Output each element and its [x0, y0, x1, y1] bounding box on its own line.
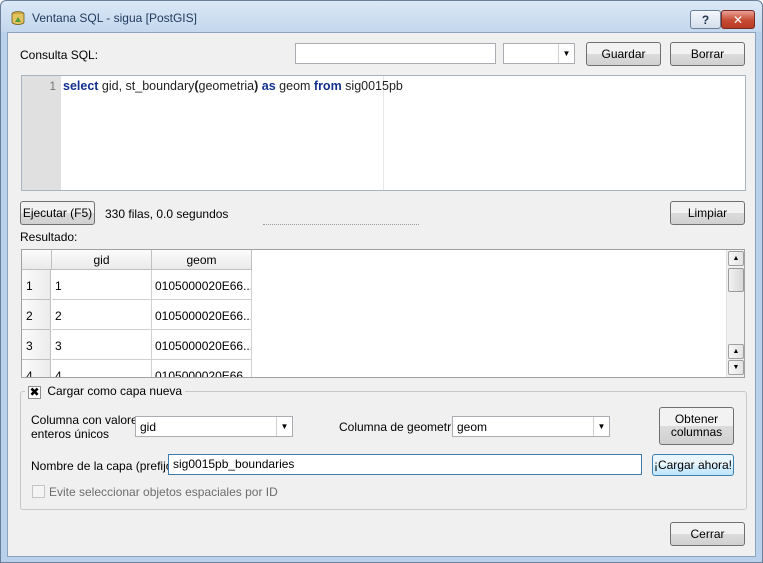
result-label: Resultado: — [20, 230, 78, 244]
table-corner[interactable] — [22, 250, 52, 270]
results-table[interactable]: gid geom 1 1 0105000020E66... 2 2 010500… — [21, 249, 745, 378]
sql-keyword: from — [313, 79, 342, 93]
execute-button-label: Ejecutar (F5) — [22, 206, 93, 220]
sql-code-line: select gid, st_boundary(geometria) as ge… — [63, 79, 403, 93]
close-button[interactable]: Cerrar — [670, 522, 745, 546]
get-columns-button[interactable]: Obtener columnas — [659, 407, 734, 445]
table-cell[interactable]: 4 — [52, 360, 152, 377]
column-header-gid[interactable]: gid — [52, 250, 152, 270]
delete-button[interactable]: Borrar — [670, 42, 745, 66]
splitter-handle[interactable] — [263, 224, 419, 225]
unique-column-label-2: enteros únicos — [31, 427, 110, 441]
title-bar[interactable]: Ventana SQL - sigua [PostGIS] ? ✕ — [1, 1, 762, 32]
chevron-down-icon: ▼ — [593, 417, 609, 436]
results-scrollbar[interactable]: ▲ ▲ ▼ — [726, 250, 744, 377]
load-layer-header: ✖ Cargar como capa nueva — [25, 383, 186, 399]
edge-line — [383, 76, 384, 190]
line-number: 1 — [49, 79, 56, 93]
avoid-select-checkbox[interactable] — [32, 485, 45, 498]
table-cell[interactable]: 2 — [52, 300, 152, 330]
load-as-layer-checkbox[interactable]: ✖ — [28, 386, 41, 399]
avoid-select-label: Evite seleccionar objetos espaciales por… — [49, 485, 278, 499]
layer-name-input[interactable]: sig0015pb_boundaries — [168, 454, 642, 475]
load-now-button[interactable]: ¡Cargar ahora! — [652, 454, 734, 476]
chevron-down-icon: ▼ — [276, 417, 292, 436]
table-cell[interactable]: 3 — [52, 330, 152, 360]
sql-keyword: as — [261, 79, 276, 93]
table-cell[interactable]: 0105000020E66... — [152, 270, 252, 300]
geometry-column-select[interactable]: geom ▼ — [452, 416, 610, 437]
layer-name-label: Nombre de la capa (prefijo) — [31, 459, 177, 473]
scroll-thumb[interactable] — [728, 268, 744, 292]
unique-column-label-1: Columna con valores — [31, 413, 144, 427]
sql-token: geometria — [198, 79, 255, 93]
scroll-page-up-icon[interactable]: ▲ — [728, 344, 744, 359]
execute-button[interactable]: Ejecutar (F5) — [20, 201, 95, 225]
table-cell[interactable]: 0105000020E66... — [152, 360, 252, 377]
row-header[interactable]: 3 — [22, 330, 51, 360]
sql-window: Ventana SQL - sigua [PostGIS] ? ✕ Consul… — [0, 0, 763, 563]
row-header[interactable]: 2 — [22, 300, 51, 330]
sql-token: geom — [275, 79, 314, 93]
scroll-up-icon[interactable]: ▲ — [728, 251, 744, 266]
sql-query-label: Consulta SQL: — [20, 48, 99, 62]
get-columns-label-2: columnas — [670, 425, 723, 439]
row-header[interactable]: 1 — [22, 270, 51, 300]
table-cell[interactable]: 1 — [52, 270, 152, 300]
table-cell[interactable]: 0105000020E66... — [152, 300, 252, 330]
sql-token: sig0015pb — [341, 79, 403, 93]
scroll-down-icon[interactable]: ▼ — [728, 360, 744, 375]
saved-query-select[interactable]: ▼ — [503, 43, 575, 64]
load-as-layer-label[interactable]: Cargar como capa nueva — [47, 384, 182, 398]
close-window-button[interactable]: ✕ — [721, 10, 755, 29]
unique-column-select[interactable]: gid ▼ — [135, 416, 293, 437]
sql-token: gid, st_boundary — [98, 79, 195, 93]
geometry-column-value: geom — [457, 420, 488, 434]
clear-button[interactable]: Limpiar — [670, 201, 745, 225]
dialog-body: Consulta SQL: ▼ Guardar Borrar 1 select … — [7, 32, 756, 557]
row-header[interactable]: 4 — [22, 360, 51, 377]
execution-status: 330 filas, 0.0 segundos — [105, 207, 229, 221]
unique-column-value: gid — [140, 420, 157, 434]
table-cell[interactable]: 0105000020E66... — [152, 330, 252, 360]
geometry-column-label: Columna de geometría — [339, 420, 462, 434]
query-name-input[interactable] — [295, 43, 496, 64]
help-button[interactable]: ? — [690, 10, 721, 29]
line-number-gutter: 1 — [22, 76, 61, 190]
chevron-down-icon: ▼ — [558, 44, 574, 63]
sql-keyword: select — [63, 79, 99, 93]
sql-editor[interactable]: 1 select gid, st_boundary(geometria) as … — [21, 75, 746, 191]
window-title: Ventana SQL - sigua [PostGIS] — [32, 11, 197, 25]
qgis-db-icon — [11, 11, 25, 25]
column-header-geom[interactable]: geom — [152, 250, 252, 270]
save-button[interactable]: Guardar — [586, 42, 661, 66]
